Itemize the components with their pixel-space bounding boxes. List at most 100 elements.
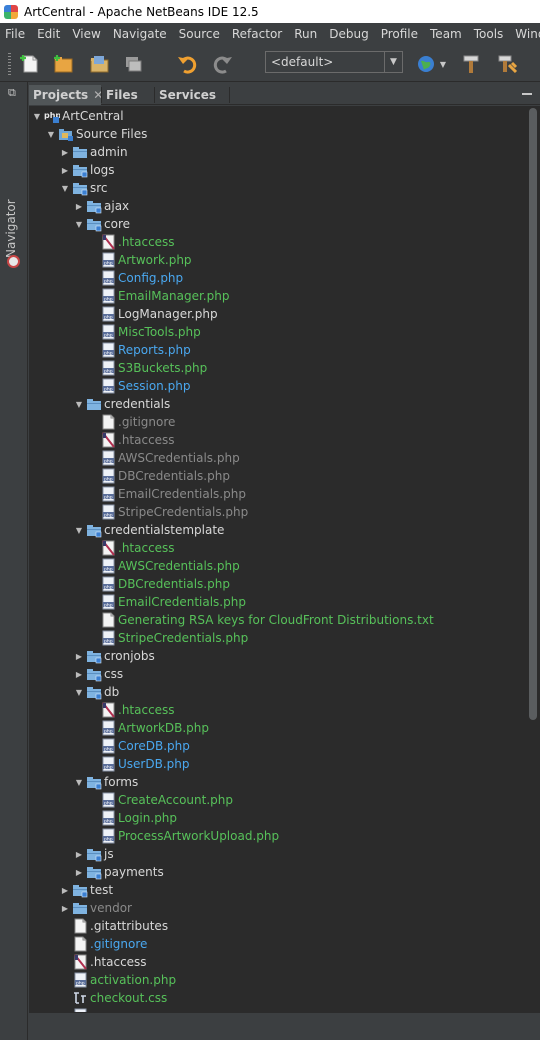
new-project-button[interactable]: [50, 51, 76, 77]
tree-node[interactable]: ▼ forms: [29, 773, 524, 791]
tree-node[interactable]: php EmailCredentials.php: [29, 593, 524, 611]
tree-scrollbar[interactable]: [527, 106, 539, 1012]
tree-node[interactable]: .gitignore: [29, 935, 524, 953]
expand-arrow-open-icon[interactable]: ▼: [74, 683, 84, 701]
menu-profile[interactable]: Profile: [375, 27, 424, 41]
tree-node[interactable]: php Artwork.php: [29, 251, 524, 269]
tree-node[interactable]: php CreateAccount.php: [29, 791, 524, 809]
toolbar-grip[interactable]: [8, 53, 11, 75]
tree-node[interactable]: ▼ db: [29, 683, 524, 701]
tree-node[interactable]: ▼ php ArtCentral: [29, 107, 524, 125]
tree-node[interactable]: php EmailManager.php: [29, 287, 524, 305]
expand-arrow-closed-icon[interactable]: ▶: [74, 665, 84, 683]
tree-node[interactable]: ▼ core: [29, 215, 524, 233]
tree-node[interactable]: .htaccess: [29, 701, 524, 719]
tree-node[interactable]: php StripeCredentials.php: [29, 503, 524, 521]
expand-arrow-closed-icon[interactable]: ▶: [74, 197, 84, 215]
tree-node[interactable]: ▶ payments: [29, 863, 524, 881]
tree-node[interactable]: php UserDB.php: [29, 755, 524, 773]
tree-node[interactable]: php Config.php: [29, 269, 524, 287]
menu-window[interactable]: Window: [509, 27, 540, 41]
tree-node[interactable]: ▼ Source Files: [29, 125, 524, 143]
menu-view[interactable]: View: [66, 27, 106, 41]
tree-node[interactable]: php AWSCredentials.php: [29, 557, 524, 575]
menu-run[interactable]: Run: [288, 27, 323, 41]
restore-window-icon[interactable]: ⧉: [8, 87, 20, 99]
tree-node[interactable]: php StripeCredentials.php: [29, 629, 524, 647]
tab-projects[interactable]: Projects ✕: [29, 85, 103, 105]
tree-node[interactable]: checkout.css: [29, 989, 524, 1007]
expand-arrow-open-icon[interactable]: ▼: [32, 107, 42, 125]
menu-navigate[interactable]: Navigate: [107, 27, 173, 41]
menu-team[interactable]: Team: [424, 27, 468, 41]
new-file-button[interactable]: [17, 51, 43, 77]
menu-edit[interactable]: Edit: [31, 27, 66, 41]
menu-file[interactable]: File: [0, 27, 31, 41]
tree-node[interactable]: .gitignore: [29, 413, 524, 431]
tree-node[interactable]: .htaccess: [29, 431, 524, 449]
tree-node[interactable]: php ArtworkDB.php: [29, 719, 524, 737]
expand-arrow-closed-icon[interactable]: ▶: [74, 647, 84, 665]
menu-debug[interactable]: Debug: [323, 27, 374, 41]
tree-node[interactable]: ▶ vendor: [29, 899, 524, 917]
menu-source[interactable]: Source: [173, 27, 226, 41]
expand-arrow-open-icon[interactable]: ▼: [74, 521, 84, 539]
tree-node[interactable]: php Session.php: [29, 377, 524, 395]
project-configuration-select[interactable]: <default> ▼: [265, 51, 403, 73]
tree-node[interactable]: php EmailCredentials.php: [29, 485, 524, 503]
chevron-down-icon[interactable]: ▼: [384, 52, 402, 72]
tree-node[interactable]: .htaccess: [29, 233, 524, 251]
tree-node[interactable]: php LogManager.php: [29, 305, 524, 323]
tree-node[interactable]: ▼ credentials: [29, 395, 524, 413]
build-button[interactable]: [458, 51, 484, 77]
tree-node[interactable]: php activation.php: [29, 971, 524, 989]
minimize-icon[interactable]: [522, 93, 532, 95]
tree-node[interactable]: php MiscTools.php: [29, 323, 524, 341]
expand-arrow-open-icon[interactable]: ▼: [74, 395, 84, 413]
expand-arrow-closed-icon[interactable]: ▶: [60, 143, 70, 161]
tree-node[interactable]: php Reports.php: [29, 341, 524, 359]
close-project-button[interactable]: [120, 51, 146, 77]
expand-arrow-closed-icon[interactable]: ▶: [60, 899, 70, 917]
tree-node[interactable]: ▶ logs: [29, 161, 524, 179]
scrollbar-thumb[interactable]: [529, 108, 537, 720]
tree-node[interactable]: php Login.php: [29, 809, 524, 827]
tab-files[interactable]: Files: [102, 85, 154, 105]
tree-node[interactable]: php ProcessArtworkUpload.php: [29, 827, 524, 845]
open-project-button[interactable]: [86, 51, 112, 77]
tree-node[interactable]: ▼ src: [29, 179, 524, 197]
tree-node[interactable]: .gitattributes: [29, 917, 524, 935]
navigator-icon[interactable]: [7, 255, 20, 268]
undo-button[interactable]: [174, 51, 200, 77]
clean-build-button[interactable]: [494, 51, 520, 77]
expand-arrow-closed-icon[interactable]: ▶: [60, 161, 70, 179]
tree-node[interactable]: php S3Buckets.php: [29, 359, 524, 377]
browser-dropdown-button[interactable]: ▼: [436, 51, 450, 77]
tab-services[interactable]: Services: [155, 85, 229, 105]
tree-node[interactable]: ▶ test: [29, 881, 524, 899]
tree-node[interactable]: php DBCredentials.php: [29, 575, 524, 593]
tree-node[interactable]: .htaccess: [29, 539, 524, 557]
tree-node[interactable]: Generating RSA keys for CloudFront Distr…: [29, 611, 524, 629]
expand-arrow-closed-icon[interactable]: ▶: [60, 881, 70, 899]
expand-arrow-closed-icon[interactable]: ▶: [74, 845, 84, 863]
expand-arrow-closed-icon[interactable]: ▶: [74, 863, 84, 881]
tree-node[interactable]: php CoreDB.php: [29, 737, 524, 755]
menu-refactor[interactable]: Refactor: [226, 27, 288, 41]
expand-arrow-open-icon[interactable]: ▼: [46, 125, 56, 143]
tree-node[interactable]: php AWSCredentials.php: [29, 449, 524, 467]
navigator-tab[interactable]: Navigator: [4, 198, 24, 258]
tree-node[interactable]: ▶ ajax: [29, 197, 524, 215]
expand-arrow-open-icon[interactable]: ▼: [74, 215, 84, 233]
tree-node[interactable]: ▶ css: [29, 665, 524, 683]
tree-node[interactable]: ▶ cronjobs: [29, 647, 524, 665]
tree-node[interactable]: php DBCredentials.php: [29, 467, 524, 485]
tree-node[interactable]: ▶ js: [29, 845, 524, 863]
menu-tools[interactable]: Tools: [468, 27, 510, 41]
tree-node[interactable]: ▼ credentialstemplate: [29, 521, 524, 539]
tree-node[interactable]: ▶ admin: [29, 143, 524, 161]
expand-arrow-open-icon[interactable]: ▼: [74, 773, 84, 791]
expand-arrow-open-icon[interactable]: ▼: [60, 179, 70, 197]
tree-node[interactable]: .htaccess: [29, 953, 524, 971]
redo-button[interactable]: [210, 51, 236, 77]
